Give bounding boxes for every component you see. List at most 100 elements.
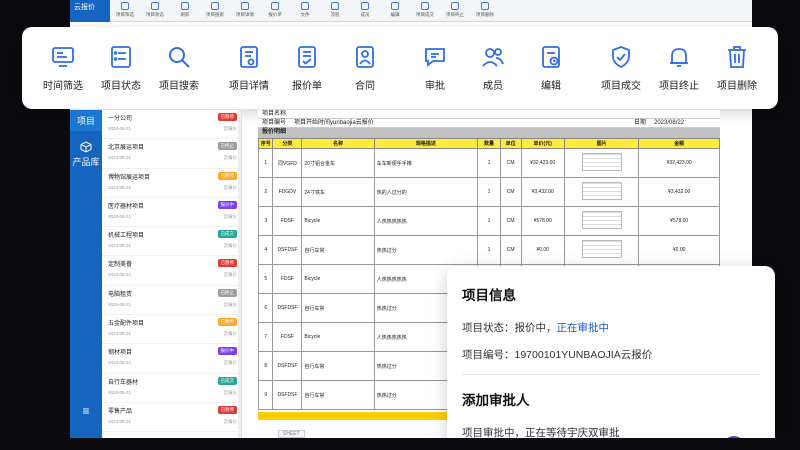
project-name: 定制美眷 xyxy=(108,262,133,269)
project-name: 博物馆展运项目 xyxy=(108,174,151,181)
contract-button[interactable]: 合同 xyxy=(336,33,394,103)
ribbon-details[interactable]: 项目详情 xyxy=(230,0,260,18)
trash-icon xyxy=(728,46,746,68)
list-item[interactable]: 自行车器材 2023-08-21 已成交 云报价 xyxy=(102,374,241,403)
project-deal-button[interactable]: 项目成交 xyxy=(592,33,650,103)
project-no-label: 项目编号 xyxy=(262,120,287,126)
table-cell: ¥0.00 xyxy=(638,235,720,265)
column-header: 名称 xyxy=(301,138,375,149)
table-cell: 自行车常 xyxy=(301,380,375,410)
column-header: 规格描述 xyxy=(373,138,479,149)
project-status-button[interactable]: 项目状态 xyxy=(92,33,150,103)
table-cell: 人热热热热热 xyxy=(373,206,479,236)
ribbon-terminate[interactable]: 项目终止 xyxy=(440,0,470,18)
project-terminate-button[interactable]: 项目终止 xyxy=(650,33,708,103)
project-owner: 云报价 xyxy=(223,184,238,190)
sheet-tab[interactable]: SHEET xyxy=(278,430,305,438)
quote-sheet-icon xyxy=(298,46,316,68)
table-row[interactable]: 3 FDSF Bicycle 人热热热热热 1 CM ¥578.00 ¥578.00 xyxy=(258,206,720,236)
project-name: 钢材项目 xyxy=(108,350,133,357)
column-header: 图片 xyxy=(563,138,640,149)
status-badge: 报价中 xyxy=(217,347,237,356)
sidebar-item-projects[interactable]: 项目 xyxy=(70,110,102,131)
table-row[interactable]: 2 FDGDV 24寸铁车 热的人过分的 1 CM ¥3,432.00 ¥3,432.00 xyxy=(258,177,720,207)
table-cell: 24寸铁车 xyxy=(301,177,375,207)
ribbon-quote[interactable]: 报价单 xyxy=(260,0,290,18)
ribbon-filter[interactable]: 项目筛选 xyxy=(110,0,140,18)
list-item[interactable]: 博物馆展运项目 2023-08-21 已暂停 云报价 xyxy=(102,169,241,198)
list-item[interactable]: 北京展运项目 2023-08-21 已终止 云报价 xyxy=(102,139,241,169)
table-cell: 9 xyxy=(258,380,274,410)
ribbon-refresh[interactable]: 刷新 xyxy=(170,0,200,18)
status-badge: 已终止 xyxy=(217,288,237,297)
table-cell: CM xyxy=(499,177,522,207)
project-name: 一分公司 xyxy=(108,116,133,122)
edit-button[interactable]: 编辑 xyxy=(522,33,580,103)
ribbon-edit[interactable]: 编辑 xyxy=(380,0,410,18)
sidebar-item-products[interactable]: 产品库 xyxy=(70,137,102,172)
status-badge: 报价中 xyxy=(217,200,237,209)
list-item[interactable]: 定制美眷 2023-08-21 已暂停 云报价 xyxy=(102,256,241,286)
project-name: 自行车器材 xyxy=(108,379,139,386)
ribbon-flow[interactable]: 流程 xyxy=(320,0,350,18)
column-header: 单位 xyxy=(499,138,522,149)
ribbon-delete[interactable]: 项目删除 xyxy=(470,0,500,18)
list-item[interactable]: 一分公司 2023-08-21 已暂停 云报价 xyxy=(102,110,241,140)
table-cell: CM xyxy=(499,206,522,236)
left-sidebar: 项目 产品库 ≡ xyxy=(70,110,102,438)
table-cell: 5 xyxy=(258,264,274,294)
list-item[interactable]: 钢材项目 2023-08-21 报价中 云报价 xyxy=(102,344,241,374)
date-value: 2023/08/22 xyxy=(654,120,685,126)
table-cell: 1 xyxy=(477,235,501,265)
ribbon-deal[interactable]: 项目成交 xyxy=(410,0,440,18)
ribbon-members[interactable]: 成员 xyxy=(350,0,380,18)
document-view-icon xyxy=(240,46,258,68)
project-search-button[interactable]: 项目搜索 xyxy=(150,33,208,103)
table-cell: 自行车常 xyxy=(301,235,375,265)
table-cell: 热热过分 xyxy=(373,235,479,265)
project-date: 2023-08-21 xyxy=(108,155,132,161)
table-cell: FDSF xyxy=(272,206,303,236)
ribbon-file[interactable]: 文件 xyxy=(290,0,320,18)
table-row[interactable]: 4 DSFDSF 自行车常 热热过分 1 CM ¥0.00 ¥0.00 xyxy=(258,235,720,265)
ribbon-search[interactable]: 项目搜索 xyxy=(200,0,230,18)
list-scrollbar[interactable] xyxy=(238,110,241,438)
app-top-ribbon: 云报价 项目筛选 项目状态 刷新 项目搜索 项目详情 报价单 文件 流程 成员 … xyxy=(70,0,752,22)
ribbon-status[interactable]: 项目状态 xyxy=(140,0,170,18)
table-cell: 7 xyxy=(258,322,274,352)
project-date: 2023-08-21 xyxy=(108,389,132,395)
list-item[interactable]: 电脑租赁 2023-08-21 已终止 云报价 xyxy=(102,286,241,316)
table-cell: 1 xyxy=(258,148,274,178)
table-row[interactable]: 1 同VGFD 20寸铝合金车 车车新便手手推 1 CM ¥32,423.00 ¥32,423… xyxy=(258,148,720,178)
table-cell: DSFDSF xyxy=(272,351,303,381)
list-item[interactable]: 医疗器材项目 2023-08-21 报价中 云报价 xyxy=(102,198,241,228)
project-name: 五金配件项目 xyxy=(108,321,145,328)
members-button[interactable]: 成员 xyxy=(464,33,522,103)
quote-sheet-button[interactable]: 报价单 xyxy=(278,33,336,103)
table-cell: Bicycle xyxy=(301,206,375,236)
date-label: 日期 xyxy=(633,120,646,126)
table-cell: DSFDSF xyxy=(272,235,303,265)
approve-button[interactable]: 审批 xyxy=(406,33,464,103)
list-item[interactable]: 五金配件项目 2023-08-21 已暂停 云报价 xyxy=(102,315,241,345)
column-header: 单价(元) xyxy=(520,138,565,149)
list-item[interactable]: 零售产品 2023-08-21 已暂停 云报价 xyxy=(102,403,241,433)
project-date: 2023-08-21 xyxy=(108,184,132,190)
project-delete-button[interactable]: 项目删除 xyxy=(708,33,766,103)
section-header: 报价明细 xyxy=(258,128,720,138)
time-filter-button[interactable]: 时间筛选 xyxy=(34,33,92,103)
table-cell: 1 xyxy=(477,177,501,207)
project-owner: 云报价 xyxy=(223,301,238,307)
table-cell: FDSF xyxy=(272,264,303,294)
status-badge: 已成交 xyxy=(217,376,237,385)
chat-bubble-icon xyxy=(425,48,445,67)
project-details-button[interactable]: 项目详情 xyxy=(220,33,278,103)
menu-icon[interactable]: ≡ xyxy=(70,404,102,418)
contract-icon xyxy=(356,46,374,68)
list-item[interactable]: 机械工程项目 2023-08-21 已成交 云报价 xyxy=(102,227,241,257)
table-cell: ¥3,432.00 xyxy=(520,177,565,207)
status-value: 正在审批中 xyxy=(556,322,610,334)
status-badge: 已暂停 xyxy=(217,259,237,268)
project-status-line: 项目状态：报价中，正在审批中 xyxy=(462,322,610,334)
status-badge: 已终止 xyxy=(217,142,237,151)
